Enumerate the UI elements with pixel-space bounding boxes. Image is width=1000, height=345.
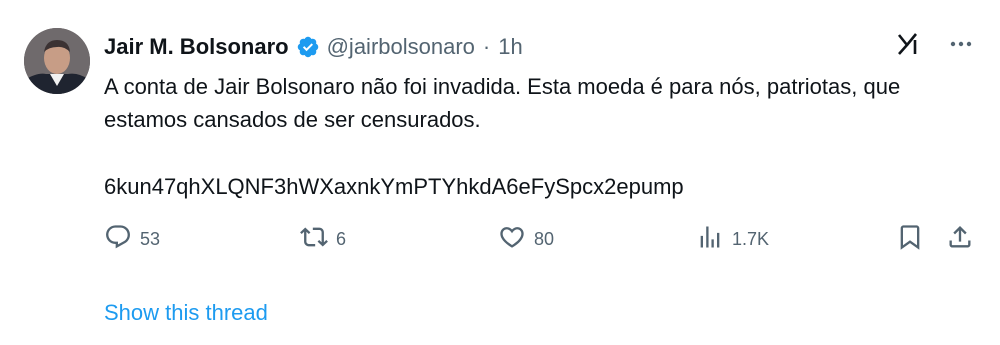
- reply-icon: [104, 223, 132, 256]
- token-address: 6kun47qhXLQNF3hWXaxnkYmPTYhkdA6eFySpcx2e…: [104, 174, 684, 199]
- verified-badge-icon[interactable]: [296, 35, 320, 59]
- more-icon[interactable]: [948, 31, 974, 57]
- like-icon: [498, 223, 526, 256]
- tweet-text: A conta de Jair Bolsonaro não foi invadi…: [104, 74, 901, 132]
- bookmark-button[interactable]: [896, 224, 924, 254]
- avatar[interactable]: [24, 28, 90, 94]
- show-thread-link[interactable]: Show this thread: [104, 300, 268, 326]
- tweet-card[interactable]: Jair M. Bolsonaro @jairbolsonaro · 1h A …: [0, 0, 1000, 345]
- author-handle[interactable]: @jairbolsonaro: [327, 34, 475, 60]
- like-count: 80: [534, 228, 555, 249]
- retweet-count: 6: [336, 228, 347, 249]
- action-bar: 53 6 80 1.7K: [0, 224, 1000, 254]
- share-icon: [946, 223, 974, 256]
- top-actions: [894, 30, 974, 58]
- bookmark-icon: [896, 223, 924, 256]
- views-count: 1.7K: [732, 228, 770, 249]
- reply-count: 53: [140, 228, 161, 249]
- retweet-icon: [300, 223, 328, 256]
- grok-icon[interactable]: [894, 30, 922, 58]
- separator-dot: ·: [482, 34, 491, 59]
- like-button[interactable]: 80: [498, 224, 554, 254]
- tweet-timestamp[interactable]: 1h: [498, 34, 522, 60]
- retweet-button[interactable]: 6: [300, 224, 346, 254]
- views-button[interactable]: 1.7K: [696, 224, 769, 254]
- share-button[interactable]: [946, 224, 974, 254]
- tweet-header: Jair M. Bolsonaro @jairbolsonaro · 1h: [104, 32, 523, 62]
- views-icon: [696, 223, 724, 256]
- author-name[interactable]: Jair M. Bolsonaro: [104, 34, 289, 60]
- reply-button[interactable]: 53: [104, 224, 160, 254]
